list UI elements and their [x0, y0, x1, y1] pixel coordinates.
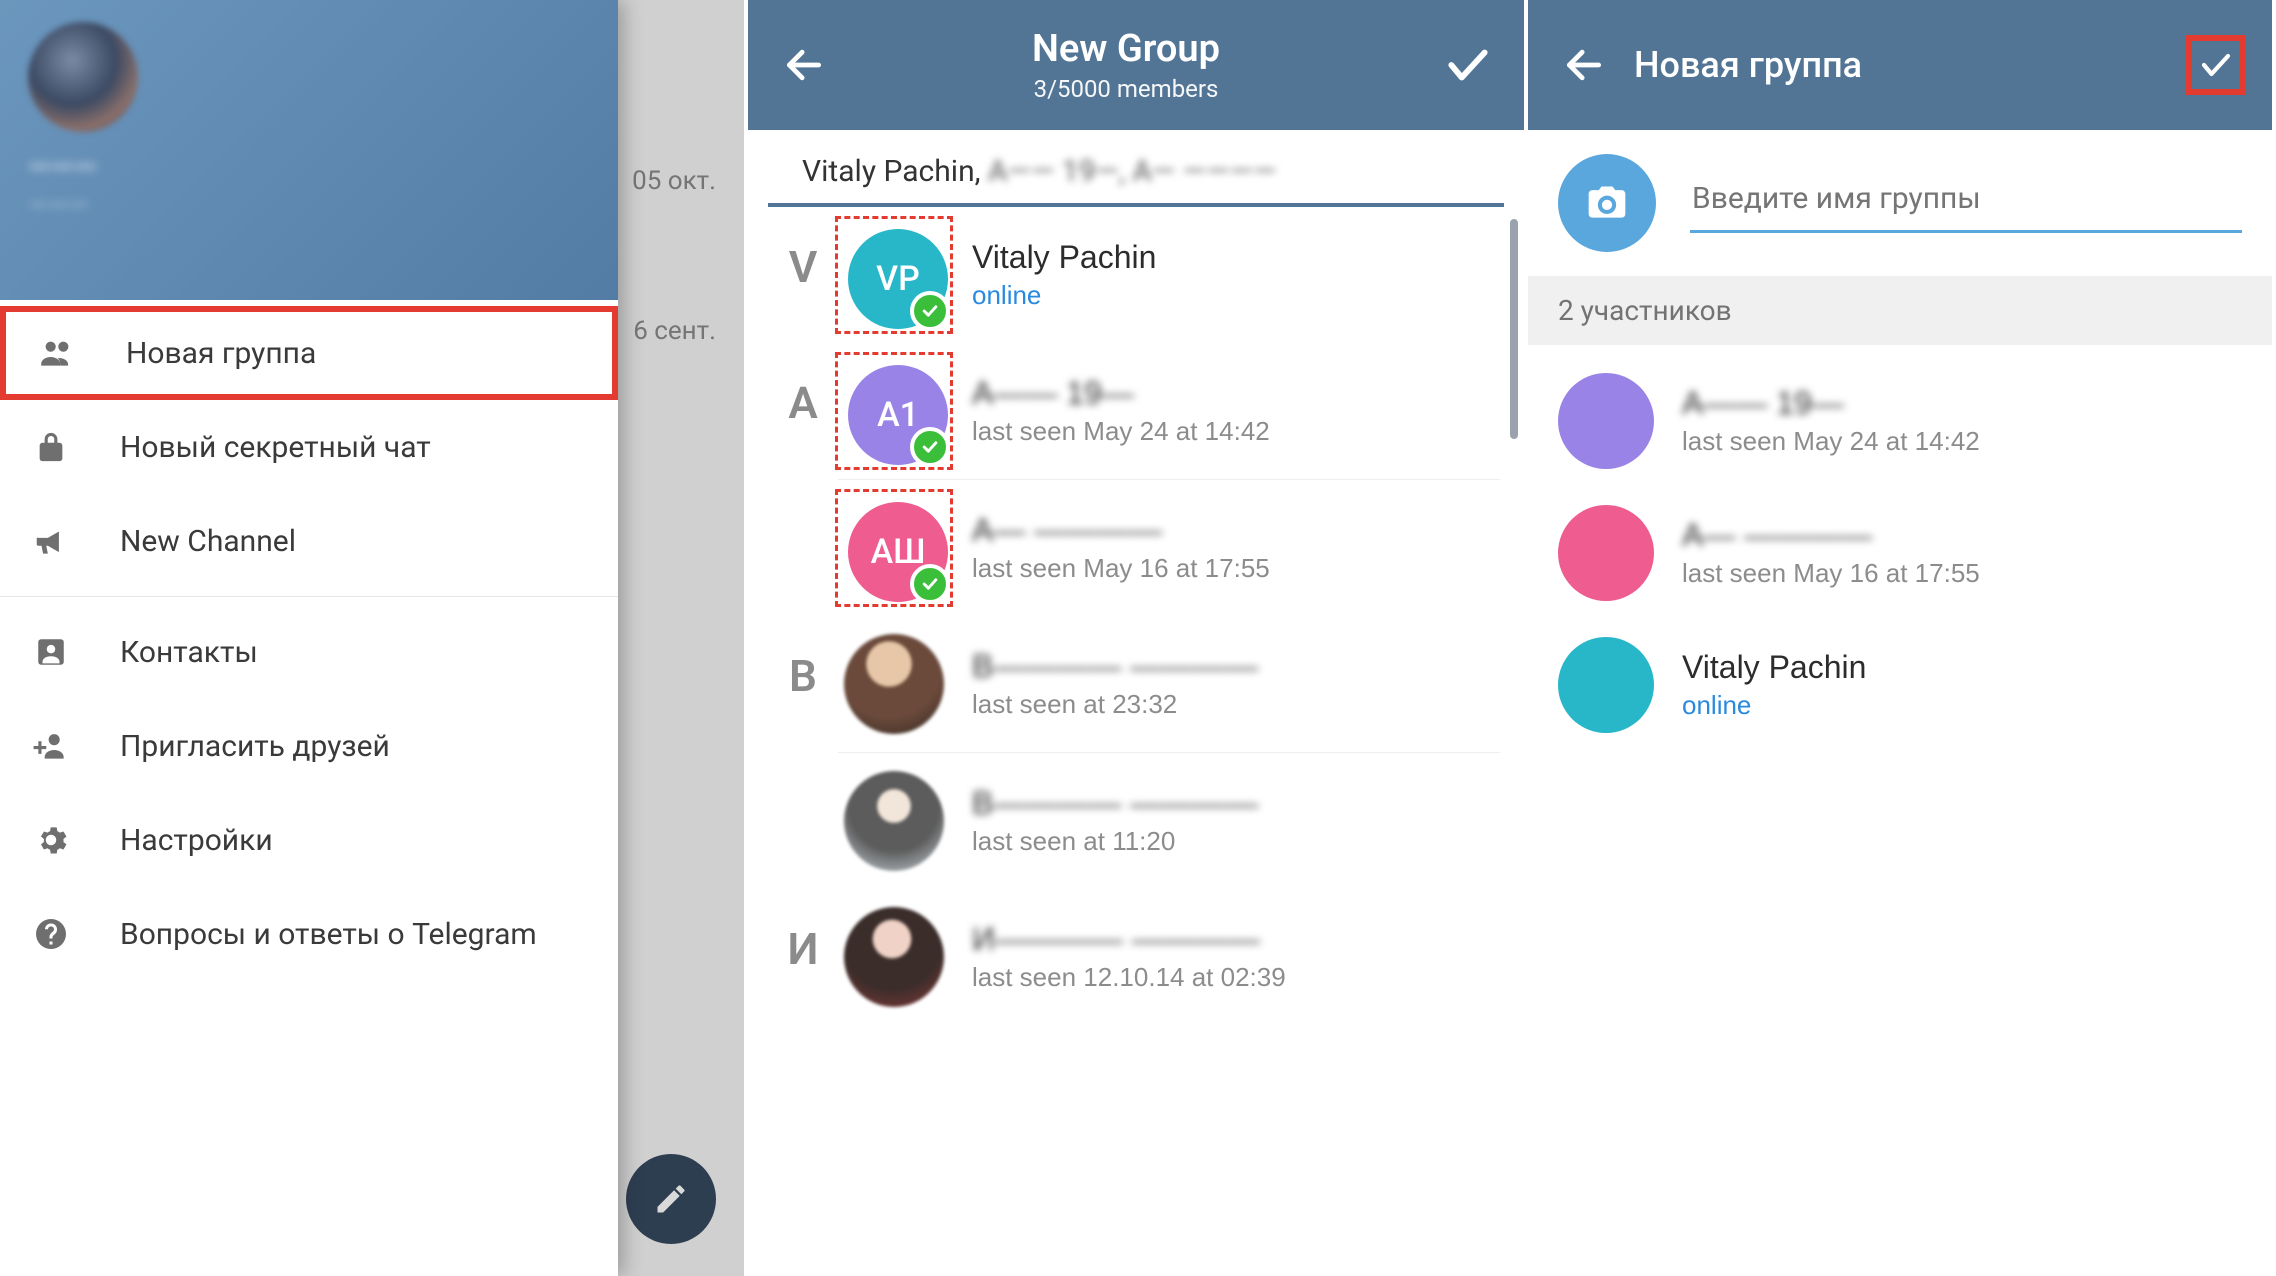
- megaphone-icon: [30, 522, 72, 560]
- contact-avatar: [844, 634, 944, 734]
- contact-name: И———— ————: [972, 921, 1500, 958]
- menu-item-group[interactable]: Новая группа: [0, 306, 618, 400]
- screen-drawer: 05 окт. 6 сент. ——— ——— Новая группа Новы…: [0, 0, 748, 1276]
- group-name-row: [1528, 130, 2272, 276]
- chat-date: 05 окт.: [632, 166, 716, 196]
- menu-label: Контакты: [120, 635, 258, 670]
- participants-list: A—— 19— last seen May 24 at 14:42 A— ———— l…: [1528, 345, 2272, 751]
- contact-status: last seen 12.10.14 at 02:39: [972, 962, 1500, 993]
- profile-avatar[interactable]: [28, 22, 138, 132]
- group-photo-button[interactable]: [1558, 154, 1656, 252]
- selected-check-icon: [910, 564, 950, 604]
- profile-name: ———: [28, 150, 590, 185]
- contact-list[interactable]: VVPVitaly PachinonlineAA1A—— 19—last see…: [748, 207, 1524, 1025]
- contact-icon: [30, 635, 72, 669]
- contact-name: A—— 19—: [972, 375, 1500, 412]
- participant-avatar: [1558, 505, 1654, 601]
- section-letter: A: [768, 343, 838, 429]
- contact-row[interactable]: A1A—— 19—last seen May 24 at 14:42: [838, 343, 1500, 480]
- section-letter: B: [768, 616, 838, 702]
- contact-status: last seen at 11:20: [972, 826, 1500, 857]
- screen-title: New Group: [814, 27, 1438, 71]
- participant-row[interactable]: Vitaly Pachin online: [1558, 619, 2262, 751]
- menu-item-gear[interactable]: Настройки: [0, 793, 618, 887]
- section-V: VVPVitaly Pachinonline: [768, 207, 1524, 343]
- contact-status: last seen at 23:32: [972, 689, 1500, 720]
- contact-status: last seen May 16 at 17:55: [972, 553, 1500, 584]
- menu-label: Настройки: [120, 823, 273, 858]
- section-B: B B———— ———— last seen at 23:32 B———— ———— l…: [768, 616, 1524, 889]
- contact-avatar: [844, 771, 944, 871]
- participant-status: last seen May 16 at 17:55: [1682, 558, 2262, 589]
- participant-name: Vitaly Pachin: [1682, 649, 2262, 686]
- profile-phone: ———: [28, 191, 590, 221]
- chip-text-blurred: A—— 19—, A— ————: [988, 154, 1276, 189]
- members-count-label: 2 участников: [1528, 276, 2272, 345]
- back-button[interactable]: [1554, 35, 1614, 95]
- menu-label: Новый секретный чат: [120, 430, 431, 465]
- menu-separator: [0, 596, 618, 597]
- section-letter: И: [768, 889, 838, 975]
- contact-status: online: [972, 280, 1500, 311]
- selected-chips[interactable]: Vitaly Pachin, A—— 19—, A— ————: [768, 130, 1504, 207]
- contact-row[interactable]: АШA— ————last seen May 16 at 17:55: [838, 480, 1500, 616]
- selected-check-icon: [910, 427, 950, 467]
- navigation-drawer: ——— ——— Новая группа Новый секретный чат N…: [0, 0, 618, 1276]
- selected-check-icon: [910, 291, 950, 331]
- menu-item-megaphone[interactable]: New Channel: [0, 494, 618, 588]
- chip-text: Vitaly Pachin,: [802, 154, 988, 189]
- contact-row[interactable]: VPVitaly Pachinonline: [838, 207, 1500, 343]
- member-count: 3/5000 members: [814, 75, 1438, 103]
- confirm-button[interactable]: [1438, 35, 1498, 95]
- participant-avatar: [1558, 373, 1654, 469]
- group-icon: [36, 334, 78, 372]
- menu-label: Пригласить друзей: [120, 729, 390, 764]
- drawer-header: ——— ———: [0, 0, 618, 300]
- drawer-menu: Новая группа Новый секретный чат New Chann…: [0, 300, 618, 981]
- topbar: New Group 3/5000 members: [748, 0, 1524, 130]
- invite-icon: [30, 727, 72, 765]
- contact-row[interactable]: И———— ———— last seen 12.10.14 at 02:39: [838, 889, 1500, 1025]
- contact-row[interactable]: B———— ———— last seen at 23:32: [838, 616, 1500, 753]
- contact-status: last seen May 24 at 14:42: [972, 416, 1500, 447]
- screen-group-name: Новая группа 2 участников A—— 19— last se…: [1528, 0, 2276, 1276]
- participant-row[interactable]: A— ———— last seen May 16 at 17:55: [1558, 487, 2262, 619]
- screen-select-members: New Group 3/5000 members Vitaly Pachin, …: [748, 0, 1528, 1276]
- menu-item-lock[interactable]: Новый секретный чат: [0, 400, 618, 494]
- topbar: Новая группа: [1528, 0, 2272, 130]
- participant-avatar: [1558, 637, 1654, 733]
- help-icon: [30, 916, 72, 952]
- menu-label: New Channel: [120, 524, 296, 559]
- menu-label: Вопросы и ответы о Telegram: [120, 917, 537, 952]
- lock-icon: [30, 430, 72, 464]
- contact-avatar: [844, 907, 944, 1007]
- screen-title: Новая группа: [1614, 44, 2186, 86]
- contact-name: B———— ————: [972, 785, 1500, 822]
- contact-row[interactable]: B———— ———— last seen at 11:20: [838, 753, 1500, 889]
- gear-icon: [30, 822, 72, 858]
- contact-name: B———— ————: [972, 648, 1500, 685]
- section-A: AA1A—— 19—last seen May 24 at 14:42АШA— …: [768, 343, 1524, 616]
- menu-item-invite[interactable]: Пригласить друзей: [0, 699, 618, 793]
- participant-name: A—— 19—: [1682, 385, 2262, 422]
- participant-status: last seen May 24 at 14:42: [1682, 426, 2262, 457]
- contact-name: Vitaly Pachin: [972, 239, 1500, 276]
- group-name-input[interactable]: [1690, 173, 2242, 233]
- participant-row[interactable]: A—— 19— last seen May 24 at 14:42: [1558, 355, 2262, 487]
- contact-name: A— ————: [972, 512, 1500, 549]
- section-И: И И———— ———— last seen 12.10.14 at 02:39: [768, 889, 1524, 1025]
- menu-label: Новая группа: [126, 336, 316, 371]
- confirm-button[interactable]: [2186, 35, 2246, 95]
- scrollbar[interactable]: [1510, 219, 1518, 439]
- compose-fab[interactable]: [626, 1154, 716, 1244]
- menu-item-help[interactable]: Вопросы и ответы о Telegram: [0, 887, 618, 981]
- chat-date: 6 сент.: [633, 316, 716, 346]
- section-letter: V: [768, 207, 838, 293]
- participant-name: A— ————: [1682, 517, 2262, 554]
- menu-item-contact[interactable]: Контакты: [0, 605, 618, 699]
- participant-status: online: [1682, 690, 2262, 721]
